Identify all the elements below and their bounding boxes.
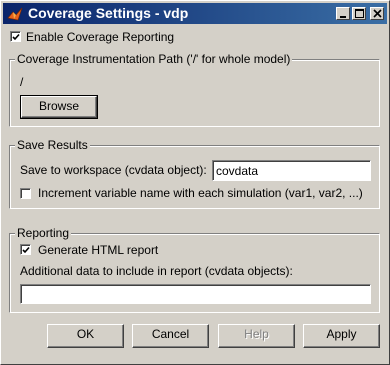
window-title: Coverage Settings - vdp	[28, 5, 189, 21]
maximize-icon	[355, 9, 364, 18]
minimize-icon	[340, 16, 346, 18]
maximize-button[interactable]	[352, 7, 366, 20]
enable-coverage-checkbox[interactable]	[10, 31, 21, 42]
increment-variable-label: Increment variable name with each simula…	[38, 186, 363, 200]
checkmark-icon	[22, 246, 30, 254]
generate-html-label: Generate HTML report	[38, 243, 159, 257]
additional-data-label: Additional data to include in report (cv…	[20, 264, 293, 278]
workspace-label: Save to workspace (cvdata object):	[20, 163, 207, 177]
cancel-button[interactable]: Cancel	[132, 324, 209, 348]
close-button[interactable]	[370, 7, 384, 20]
title-bar[interactable]: Coverage Settings - vdp	[3, 3, 387, 24]
ok-button-label: OK	[76, 327, 95, 341]
workspace-input[interactable]	[212, 160, 371, 181]
browse-button[interactable]: Browse	[20, 95, 98, 119]
cancel-button-label: Cancel	[151, 327, 190, 341]
increment-variable-checkbox[interactable]	[20, 188, 31, 199]
additional-data-input[interactable]	[20, 284, 371, 304]
matlab-logo-icon	[7, 7, 23, 21]
instrumentation-group-title: Coverage Instrumentation Path ('/' for w…	[15, 52, 293, 66]
ok-button[interactable]: OK	[47, 324, 124, 348]
help-button[interactable]: Help	[218, 324, 295, 348]
apply-button-label: Apply	[326, 327, 357, 341]
help-button-label: Help	[244, 327, 269, 341]
save-results-group-title: Save Results	[15, 138, 90, 152]
coverage-settings-dialog: Coverage Settings - vdp Enable Coverage …	[0, 0, 390, 365]
generate-html-checkbox[interactable]	[20, 244, 31, 255]
minimize-button[interactable]	[336, 7, 350, 20]
enable-coverage-label: Enable Coverage Reporting	[26, 30, 175, 44]
close-icon	[373, 9, 382, 18]
reporting-group-title: Reporting	[15, 226, 72, 240]
apply-button[interactable]: Apply	[303, 324, 380, 348]
checkmark-icon	[12, 33, 20, 41]
browse-button-label: Browse	[38, 99, 79, 113]
instrumentation-path: /	[20, 75, 24, 89]
